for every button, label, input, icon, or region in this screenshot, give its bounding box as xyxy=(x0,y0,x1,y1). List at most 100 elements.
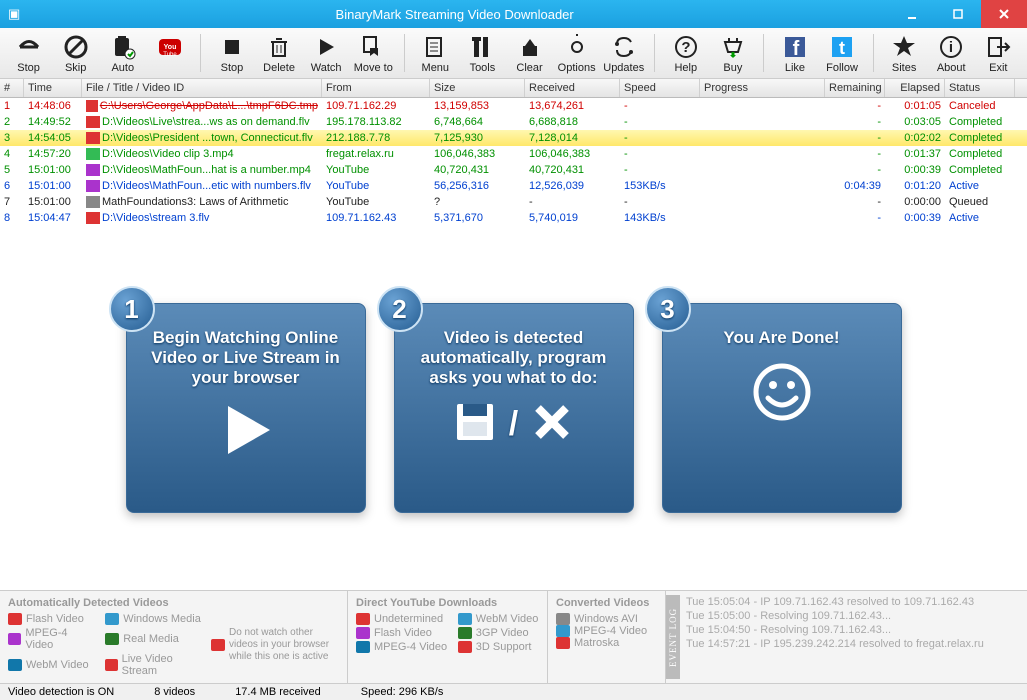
badge-3-icon: 3 xyxy=(645,286,691,332)
options-icon xyxy=(562,32,592,62)
col-speed[interactable]: Speed xyxy=(620,79,700,97)
format-icon xyxy=(8,613,22,625)
col-num[interactable]: # xyxy=(0,79,24,97)
format-chip: WebM Video xyxy=(458,613,539,625)
delete-icon xyxy=(264,32,294,62)
buy-button[interactable]: Buy xyxy=(710,32,755,74)
skip-button[interactable]: Skip xyxy=(53,32,98,74)
file-type-icon xyxy=(86,212,100,224)
move-to-button[interactable]: Move to xyxy=(351,32,396,74)
stop-dl-button[interactable]: Stop xyxy=(209,32,254,74)
stop-watch-button[interactable]: Stop xyxy=(6,32,51,74)
format-chip: MPEG-4 Video xyxy=(556,625,657,637)
format-icon xyxy=(556,625,570,637)
menu-label: Menu xyxy=(422,62,450,74)
file-type-icon xyxy=(86,196,100,208)
sites-label: Sites xyxy=(892,62,916,74)
file-type-icon xyxy=(86,100,98,112)
watch-button[interactable]: Watch xyxy=(304,32,349,74)
window-title: BinaryMark Streaming Video Downloader xyxy=(20,7,889,22)
format-icon xyxy=(556,613,570,625)
menu-icon xyxy=(420,32,450,62)
help-button[interactable]: ?Help xyxy=(663,32,708,74)
menu-button[interactable]: Menu xyxy=(413,32,458,74)
format-icon xyxy=(105,659,117,671)
youtube-icon: YouTube xyxy=(155,32,185,62)
updates-icon xyxy=(609,32,639,62)
updates-button[interactable]: Updates xyxy=(601,32,646,74)
format-chip: 3D Support xyxy=(458,641,539,653)
format-icon xyxy=(356,627,370,639)
exit-button[interactable]: Exit xyxy=(976,32,1021,74)
svg-text:?: ? xyxy=(681,39,690,56)
clear-button[interactable]: Clear xyxy=(507,32,552,74)
close-button[interactable] xyxy=(981,0,1027,28)
hero-card-1: 1 Begin Watching Online Video or Live St… xyxy=(126,303,366,513)
event-log-tab[interactable]: EVENT LOG xyxy=(666,595,680,679)
col-recv[interactable]: Received xyxy=(525,79,620,97)
tools-button[interactable]: Tools xyxy=(460,32,505,74)
smile-icon xyxy=(675,360,889,424)
status-count: 8 videos xyxy=(154,686,195,698)
table-row[interactable]: 314:54:05D:\Videos\President ...town, Co… xyxy=(0,130,1027,146)
col-elap[interactable]: Elapsed xyxy=(885,79,945,97)
format-icon xyxy=(458,641,472,653)
file-type-icon xyxy=(86,132,100,144)
auto-label: Auto xyxy=(111,62,134,74)
table-row[interactable]: 615:01:00D:\Videos\MathFoun...etic with … xyxy=(0,178,1027,194)
format-chip: MPEG-4 Video xyxy=(8,627,95,651)
buy-icon xyxy=(718,32,748,62)
log-line: Tue 15:04:50 - Resolving 109.71.162.43..… xyxy=(686,623,1021,637)
col-rem[interactable]: Remaining xyxy=(825,79,885,97)
table-row[interactable]: 214:49:52D:\Videos\Live\strea...ws as on… xyxy=(0,114,1027,130)
table-row[interactable]: 815:04:47D:\Videos\stream 3.flv109.71.16… xyxy=(0,210,1027,226)
format-icon xyxy=(105,633,119,645)
col-stat[interactable]: Status xyxy=(945,79,1015,97)
delete-button[interactable]: Delete xyxy=(256,32,301,74)
options-label: Options xyxy=(558,62,596,74)
col-size[interactable]: Size xyxy=(430,79,525,97)
svg-text:f: f xyxy=(793,38,800,60)
minimize-button[interactable] xyxy=(889,0,935,28)
sites-button[interactable]: Sites xyxy=(882,32,927,74)
table-row[interactable]: 114:48:06C:\Users\George\AppData\L...\tm… xyxy=(0,98,1027,114)
like-icon: f xyxy=(780,32,810,62)
cancel-icon xyxy=(530,400,574,449)
hero-text-3: You Are Done! xyxy=(675,328,889,348)
maximize-button[interactable] xyxy=(935,0,981,28)
file-type-icon xyxy=(86,164,100,176)
svg-text:t: t xyxy=(839,38,845,58)
clear-icon xyxy=(515,32,545,62)
badge-2-icon: 2 xyxy=(377,286,423,332)
help-icon: ? xyxy=(671,32,701,62)
about-button[interactable]: iAbout xyxy=(929,32,974,74)
format-chip: Undetermined xyxy=(356,613,448,625)
table-row[interactable]: 414:57:20D:\Videos\Video clip 3.mp4frega… xyxy=(0,146,1027,162)
sites-icon xyxy=(889,32,919,62)
tools-icon xyxy=(467,32,497,62)
format-icon xyxy=(458,627,472,639)
col-time[interactable]: Time xyxy=(24,79,82,97)
stop-watch-label: Stop xyxy=(17,62,40,74)
format-icon xyxy=(356,641,370,653)
like-button[interactable]: fLike xyxy=(772,32,817,74)
follow-button[interactable]: tFollow xyxy=(820,32,865,74)
updates-label: Updates xyxy=(603,62,644,74)
col-file[interactable]: File / Title / Video ID xyxy=(82,79,322,97)
table-row[interactable]: 715:01:00MathFoundations3: Laws of Arith… xyxy=(0,194,1027,210)
format-chip: Windows AVI xyxy=(556,613,657,625)
move-to-icon xyxy=(358,32,388,62)
tools-label: Tools xyxy=(470,62,496,74)
col-prog[interactable]: Progress xyxy=(700,79,825,97)
file-type-icon xyxy=(86,116,100,128)
table-row[interactable]: 515:01:00D:\Videos\MathFoun...hat is a n… xyxy=(0,162,1027,178)
hero-card-3: 3 You Are Done! xyxy=(662,303,902,513)
panel-note: Do not watch other videos in your browse… xyxy=(211,613,339,677)
format-chip: MPEG-4 Video xyxy=(356,641,448,653)
auto-button[interactable]: Auto xyxy=(100,32,145,74)
youtube-button[interactable]: YouTube xyxy=(147,32,192,74)
col-from[interactable]: From xyxy=(322,79,430,97)
options-button[interactable]: Options xyxy=(554,32,599,74)
log-line: Tue 14:57:21 - IP 195.239.242.214 resolv… xyxy=(686,637,1021,651)
delete-label: Delete xyxy=(263,62,295,74)
